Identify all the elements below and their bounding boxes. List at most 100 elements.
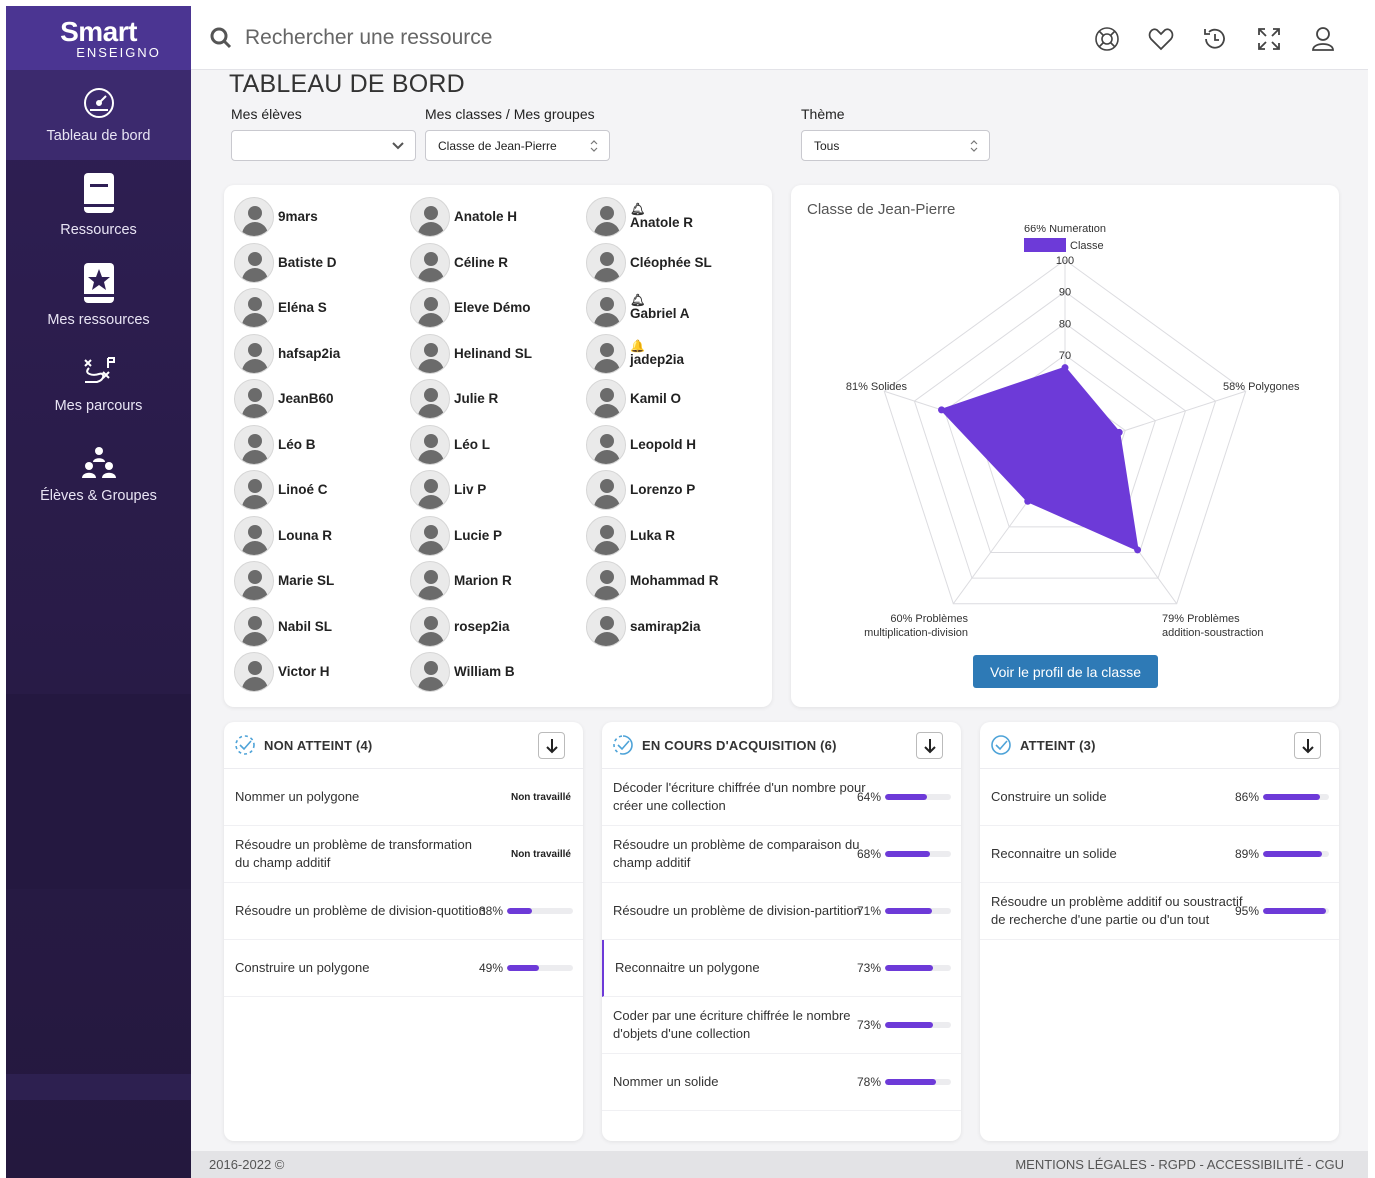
legend-label: Classe: [1070, 240, 1104, 252]
sidebar-item-mes-ressources[interactable]: Mes ressources: [6, 250, 191, 340]
avatar: [234, 470, 274, 510]
student-name: Gabriel A: [630, 306, 690, 321]
skill-row[interactable]: Coder par une écriture chiffrée le nombr…: [602, 997, 961, 1054]
student-item[interactable]: 🔔︎ Gabriel A: [586, 288, 756, 328]
progress-fill: [885, 851, 930, 857]
download-button[interactable]: [1294, 732, 1321, 759]
classes-select[interactable]: Classe de Jean-Pierre: [425, 130, 610, 161]
class-profile-button[interactable]: Voir le profil de la classe: [973, 655, 1158, 688]
radar-chart: 70 80 90 100 66% Numération 58% Polygones 79% …: [846, 225, 1300, 639]
student-item[interactable]: Cléophée SL: [586, 242, 756, 283]
student-item[interactable]: William B: [410, 652, 580, 692]
student-item[interactable]: Victor H: [234, 652, 404, 692]
sidebar-item-ressources[interactable]: Ressources: [6, 160, 191, 250]
progress-fill: [507, 965, 540, 971]
skill-row[interactable]: Reconnaitre un solide 89%: [980, 826, 1339, 883]
skill-row[interactable]: Résoudre un problème de division-quotiti…: [224, 883, 583, 940]
student-item[interactable]: 🔔︎ Anatole R: [586, 197, 756, 237]
student-item[interactable]: Linoé C: [234, 470, 404, 510]
brand-logo[interactable]: Smart ENSEIGNO: [6, 6, 191, 70]
skill-row[interactable]: Nommer un polygone Non travaillé: [224, 769, 583, 826]
download-button[interactable]: [916, 732, 943, 759]
theme-select[interactable]: Tous: [801, 130, 990, 161]
favorites-heart-icon[interactable]: [1146, 24, 1176, 54]
avatar: [410, 197, 450, 237]
student-item[interactable]: Batiste D: [234, 242, 404, 283]
skill-row[interactable]: Résoudre un problème additif ou soustrac…: [980, 883, 1339, 940]
student-name-wrap: Anatole H: [454, 209, 517, 225]
student-name: Nabil SL: [278, 618, 333, 634]
student-name-wrap: Léo B: [278, 437, 316, 453]
student-item[interactable]: Marie SL: [234, 561, 404, 601]
student-name: hafsap2ia: [278, 345, 341, 361]
skill-percent: 71%: [856, 904, 881, 918]
student-item[interactable]: 9mars: [234, 197, 404, 237]
radar-point: [1115, 428, 1123, 436]
student-name: Lorenzo P: [630, 482, 696, 497]
student-item[interactable]: samirap2ia: [586, 606, 756, 647]
skill-row[interactable]: Résoudre un problème de comparaison du c…: [602, 826, 961, 883]
avatar: [410, 652, 450, 692]
student-item[interactable]: Mohammad R: [586, 561, 756, 601]
sidebar-item-eleves-groupes[interactable]: Élèves & Groupes: [6, 430, 191, 520]
skill-row[interactable]: Construire un polygone 49%: [224, 940, 583, 997]
student-name: Julie R: [454, 391, 499, 406]
student-item[interactable]: Kamil O: [586, 379, 756, 419]
skill-row[interactable]: Construire un solide 86%: [980, 769, 1339, 826]
student-item[interactable]: Liv P: [410, 470, 580, 510]
student-name: samirap2ia: [630, 618, 701, 634]
skill-row[interactable]: Nommer un solide 78%: [602, 1054, 961, 1111]
search-icon[interactable]: [209, 26, 233, 50]
search-bar: [209, 25, 809, 50]
avatar: [410, 333, 450, 374]
student-item[interactable]: Eleve Démo: [410, 288, 580, 328]
bell-icon: 🔔︎: [630, 293, 646, 307]
eleves-select[interactable]: [231, 130, 416, 161]
student-name-wrap: Marion R: [454, 573, 512, 589]
skill-row[interactable]: Reconnaitre un polygone 73%: [602, 940, 961, 997]
student-item[interactable]: JeanB60: [234, 379, 404, 419]
avatar: [586, 424, 626, 465]
sidebar-item-mes-parcours[interactable]: Mes parcours: [6, 340, 191, 430]
student-name-wrap: 🔔 jadep2ia: [630, 340, 684, 368]
student-item[interactable]: Eléna S: [234, 288, 404, 328]
student-item[interactable]: Helinand SL: [410, 333, 580, 374]
user-icon[interactable]: [1308, 24, 1338, 54]
student-item[interactable]: Julie R: [410, 379, 580, 419]
footer: 2016-2022 © MENTIONS LÉGALES - RGPD - AC…: [191, 1151, 1368, 1178]
student-item[interactable]: Louna R: [234, 515, 404, 556]
student-item[interactable]: Luka R: [586, 515, 756, 556]
avatar: [410, 288, 450, 328]
progress-fill: [1263, 908, 1326, 914]
skill-row[interactable]: Décoder l'écriture chiffrée d'un nombre …: [602, 769, 961, 826]
student-item[interactable]: Lorenzo P: [586, 470, 756, 510]
sidebar-item-label: Élèves & Groupes: [40, 488, 157, 504]
history-icon[interactable]: [1200, 24, 1230, 54]
student-item[interactable]: Marion R: [410, 561, 580, 601]
footer-links[interactable]: MENTIONS LÉGALES - RGPD - ACCESSIBILITÉ …: [1015, 1157, 1344, 1172]
sidebar-item-tableau-de-bord[interactable]: Tableau de bord: [6, 70, 191, 160]
skill-row[interactable]: Résoudre un problème de division-partiti…: [602, 883, 961, 940]
student-item[interactable]: Lucie P: [410, 515, 580, 556]
student-item[interactable]: Leopold H: [586, 424, 756, 465]
student-name-wrap: Eleve Démo: [454, 300, 531, 316]
student-item[interactable]: 🔔 jadep2ia: [586, 333, 756, 374]
search-input[interactable]: [245, 25, 765, 50]
help-lifebuoy-icon[interactable]: [1092, 24, 1122, 54]
download-button[interactable]: [538, 732, 565, 759]
student-name: Marion R: [454, 573, 512, 588]
progress-bar: [507, 908, 573, 914]
student-item[interactable]: Anatole H: [410, 197, 580, 237]
avatar: [586, 606, 626, 647]
fullscreen-icon[interactable]: [1254, 24, 1284, 54]
student-item[interactable]: Céline R: [410, 242, 580, 283]
skill-percent: 38%: [478, 904, 503, 918]
student-item[interactable]: rosep2ia: [410, 606, 580, 647]
skill-percent: 89%: [1234, 847, 1259, 861]
skill-percent: 49%: [478, 961, 503, 975]
skill-row[interactable]: Résoudre un problème de transformation d…: [224, 826, 583, 883]
student-item[interactable]: Nabil SL: [234, 606, 404, 647]
student-item[interactable]: Léo L: [410, 424, 580, 465]
student-item[interactable]: Léo B: [234, 424, 404, 465]
student-item[interactable]: hafsap2ia: [234, 333, 404, 374]
